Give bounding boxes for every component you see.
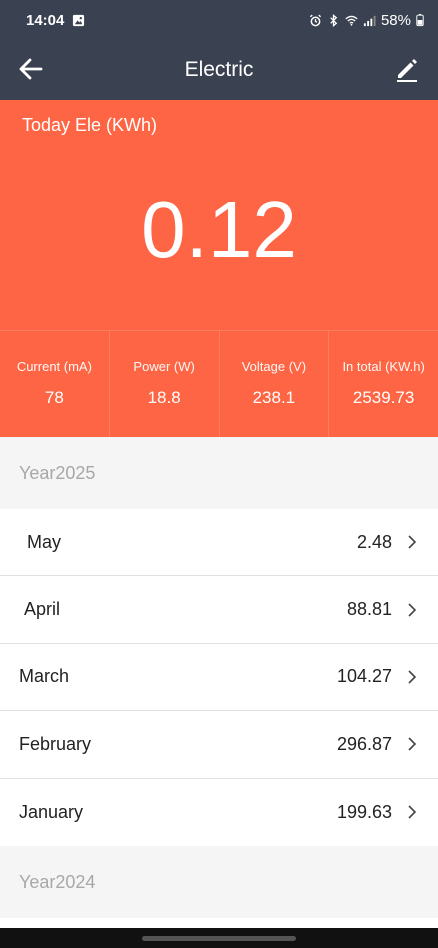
- month-value: 199.63: [336, 801, 392, 822]
- alarm-icon: [309, 14, 322, 26]
- back-arrow-icon[interactable]: [16, 54, 46, 84]
- month-row-april[interactable]: April 88.81: [0, 576, 438, 644]
- home-gesture-handle[interactable]: [142, 936, 296, 941]
- status-bar: 14:04 58%: [0, 0, 438, 40]
- chevron-right-icon: [408, 670, 417, 684]
- month-row-march[interactable]: March 104.27: [0, 643, 438, 712]
- chevron-right-icon: [408, 603, 417, 617]
- stat-label: Voltage (V): [241, 359, 307, 374]
- stat-label: In total (KW.h): [342, 359, 425, 374]
- wifi-icon: [345, 15, 358, 26]
- stat-label: Current (mA): [16, 359, 92, 374]
- today-value: 0.12: [141, 185, 297, 274]
- month-row-february[interactable]: February 296.87: [0, 711, 438, 779]
- stat-value: 78: [44, 388, 64, 407]
- month-value: 104.27: [336, 666, 392, 687]
- bluetooth-icon: [330, 13, 338, 27]
- stat-value: 238.1: [252, 388, 296, 407]
- chevron-right-icon: [408, 805, 417, 819]
- image-icon: [73, 14, 85, 26]
- month-list: May 2.48 April 88.81 March 104.27 Februa…: [0, 509, 438, 846]
- month-value: 2.48: [356, 531, 392, 552]
- battery-icon: [416, 14, 424, 27]
- battery-percentage: 58%: [380, 11, 411, 29]
- stats-strip: Current (mA) 78 Power (W) 18.8 Voltage (…: [0, 330, 438, 437]
- page-title: Electric: [184, 58, 254, 81]
- year-header-2025: Year2025: [0, 437, 438, 509]
- app-bar: Electric: [0, 40, 438, 100]
- stat-value: 2539.73: [352, 388, 415, 407]
- month-value: 296.87: [336, 733, 392, 754]
- edit-pencil-icon[interactable]: [392, 54, 422, 84]
- stat-total: In total (KW.h) 2539.73: [329, 330, 438, 437]
- stat-power: Power (W) 18.8: [109, 330, 220, 437]
- signal-icon: [363, 15, 376, 26]
- status-time: 14:04: [26, 11, 65, 29]
- today-summary: Today Ele (KWh) 0.12: [0, 100, 438, 330]
- year-header-2024: Year2024: [0, 846, 438, 918]
- stat-current: Current (mA) 78: [0, 330, 110, 437]
- chevron-right-icon: [408, 535, 417, 549]
- stat-voltage: Voltage (V) 238.1: [219, 330, 330, 437]
- month-name: May: [27, 531, 62, 552]
- today-label: Today Ele (KWh): [22, 115, 158, 135]
- month-name: March: [19, 666, 70, 687]
- month-row-may[interactable]: May 2.48: [0, 509, 438, 577]
- month-name: April: [24, 599, 61, 620]
- chevron-right-icon: [408, 737, 417, 751]
- stat-label: Power (W): [133, 359, 195, 374]
- month-value: 88.81: [346, 599, 392, 620]
- stat-value: 18.8: [147, 388, 181, 407]
- month-name: January: [19, 801, 84, 822]
- month-row-january[interactable]: January 199.63: [0, 778, 438, 846]
- month-name: February: [19, 733, 92, 754]
